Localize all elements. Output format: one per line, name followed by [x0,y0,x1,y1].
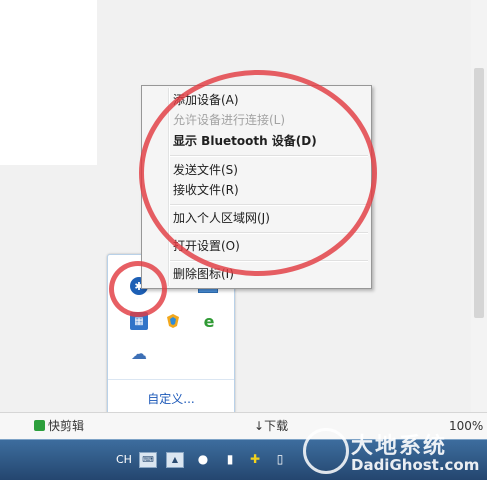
status-item-label: 下载 [264,419,289,433]
site-watermark: 大地系统 DadiGhost.com [303,428,483,478]
signal-icon[interactable]: ▮ [222,452,238,466]
menu-item-open-settings[interactable]: 打开设置(O) [173,236,240,256]
menu-item-join-pan[interactable]: 加入个人区域网(J) [173,208,270,228]
keyboard-icon[interactable]: ⌨ [139,452,157,468]
menu-separator [170,260,368,262]
bluetooth-context-menu: 添加设备(A) 允许设备进行连接(L) 显示 Bluetooth 设备(D) 发… [141,85,372,289]
cloud-icon[interactable]: ☁ [130,344,148,363]
watermark-url: DadiGhost.com [351,456,480,474]
battery-icon[interactable]: ▯ [272,452,288,466]
customize-link[interactable]: 自定义... [108,390,234,407]
security-app-icon[interactable]: ✚ [247,452,263,466]
wechat-icon[interactable]: ● [195,452,211,466]
menu-item-send-file[interactable]: 发送文件(S) [173,160,238,180]
shield-icon [167,314,179,328]
menu-item-add-device[interactable]: 添加设备(A) [173,90,239,110]
status-item-kuaijianji[interactable]: 快剪辑 [34,418,84,434]
language-indicator[interactable]: CH [116,452,132,468]
menu-item-show-devices[interactable]: 显示 Bluetooth 设备(D) [173,131,317,151]
menu-item-receive-file[interactable]: 接收文件(R) [173,180,239,200]
watermark-logo-icon [303,428,349,474]
menu-icon-gutter [168,88,170,286]
play-icon [34,420,45,431]
vertical-scrollbar[interactable] [471,0,487,412]
network-app-icon[interactable]: ▦ [130,312,148,330]
menu-separator [170,204,368,206]
download-arrow-icon: ↓ [254,419,265,433]
status-item-label: 快剪辑 [48,419,85,433]
flyout-divider [108,379,234,380]
menu-separator [170,155,368,157]
document-page-area [0,0,97,165]
menu-separator [170,232,368,234]
menu-item-remove-icon[interactable]: 删除图标(I) [173,264,234,284]
browser-shield-icon[interactable] [164,312,182,330]
status-item-download[interactable]: ↓下载 [254,418,288,434]
scrollbar-thumb[interactable] [474,68,484,318]
show-hidden-icons-button[interactable]: ▲ [166,452,184,468]
ie-browser-icon[interactable]: e [200,312,218,331]
menu-item-allow-connect[interactable]: 允许设备进行连接(L) [173,110,285,130]
